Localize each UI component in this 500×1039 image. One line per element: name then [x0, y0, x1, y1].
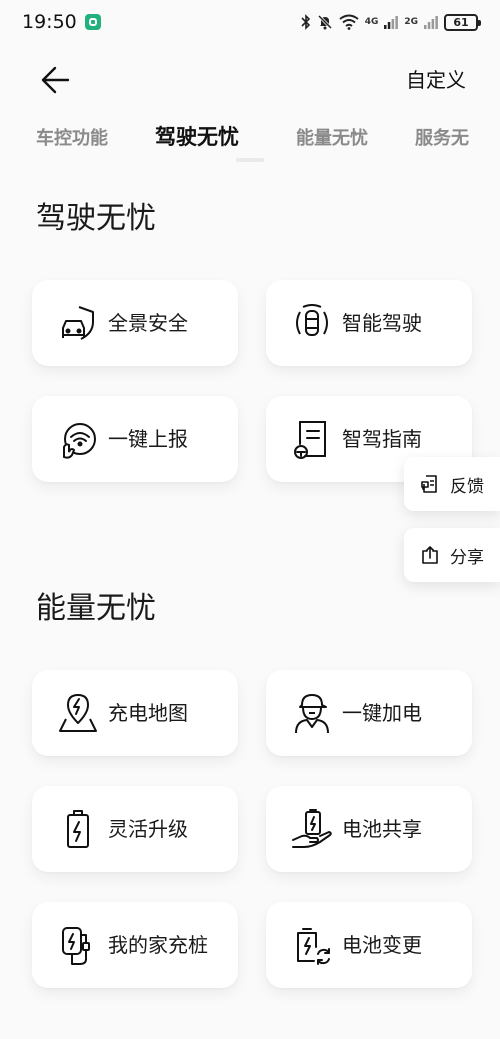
tile-one-key-report[interactable]: 一键上报	[32, 396, 238, 482]
section-title-driving: 驾驶无忧	[36, 201, 156, 236]
battery-indicator: 61	[444, 13, 481, 31]
tile-charging-map[interactable]: 充电地图	[32, 670, 238, 756]
tile-flexible-upgrade[interactable]: 灵活升级	[32, 786, 238, 872]
battery-change-icon	[290, 923, 334, 967]
top-nav: 自定义	[0, 52, 500, 104]
mute-bell-icon	[317, 14, 332, 30]
tab-vehicle-control[interactable]: 车控功能	[36, 124, 108, 150]
tab-energy-worry-free[interactable]: 能量无忧	[296, 124, 368, 150]
tile-label: 智驾指南	[342, 427, 422, 451]
report-icon	[56, 417, 100, 461]
share-label: 分享	[450, 547, 484, 568]
home-charger-icon	[56, 923, 100, 967]
tile-panoramic-safety[interactable]: 全景安全	[32, 280, 238, 366]
network-4g-label: 4G	[364, 16, 379, 27]
feedback-button[interactable]: 反馈	[404, 457, 500, 511]
tile-label: 我的家充桩	[108, 933, 208, 957]
tile-label: 电池共享	[342, 817, 422, 841]
tile-battery-share[interactable]: 电池共享	[266, 786, 472, 872]
smart-driving-icon	[290, 301, 334, 345]
tile-label: 一键上报	[108, 427, 188, 451]
shield-car-icon	[56, 301, 100, 345]
tab-driving-worry-free[interactable]: 驾驶无忧	[155, 121, 239, 151]
service-person-icon	[290, 691, 334, 735]
customize-button[interactable]: 自定义	[406, 64, 466, 93]
tile-label: 灵活升级	[108, 817, 188, 841]
bluetooth-icon	[301, 14, 310, 30]
signal-icon	[384, 16, 399, 29]
feedback-icon	[421, 475, 437, 493]
tile-label: 智能驾驶	[342, 311, 422, 335]
tile-label: 电池变更	[342, 933, 422, 957]
tile-label: 一键加电	[342, 701, 422, 725]
share-button[interactable]: 分享	[404, 528, 500, 582]
signal-icon-2	[424, 16, 438, 29]
section-title-energy: 能量无忧	[36, 591, 156, 626]
active-tab-indicator	[236, 158, 264, 162]
tile-label: 充电地图	[108, 701, 188, 725]
battery-share-icon	[290, 807, 334, 851]
tile-smart-driving[interactable]: 智能驾驶	[266, 280, 472, 366]
guide-icon	[290, 417, 334, 461]
tile-home-charger[interactable]: 我的家充桩	[32, 902, 238, 988]
share-icon	[422, 546, 438, 564]
tile-label: 全景安全	[108, 311, 188, 335]
battery-icon	[56, 807, 100, 851]
back-arrow-icon	[41, 66, 70, 94]
feedback-label: 反馈	[450, 476, 484, 497]
category-tabs: 车控功能 驾驶无忧 能量无忧 服务无	[0, 112, 500, 166]
tab-service[interactable]: 服务无	[415, 124, 469, 150]
status-bar: 19:50 4G 2G 61	[0, 0, 500, 44]
back-button[interactable]	[34, 60, 74, 100]
tile-one-key-charge[interactable]: 一键加电	[266, 670, 472, 756]
network-2g-label: 2G	[404, 16, 418, 27]
app-notification-icon	[84, 14, 101, 30]
wifi-icon	[339, 14, 359, 30]
charging-map-icon	[56, 691, 100, 735]
status-icons: 4G 2G 61	[301, 13, 481, 31]
status-time: 19:50	[22, 11, 77, 33]
tile-battery-change[interactable]: 电池变更	[266, 902, 472, 988]
